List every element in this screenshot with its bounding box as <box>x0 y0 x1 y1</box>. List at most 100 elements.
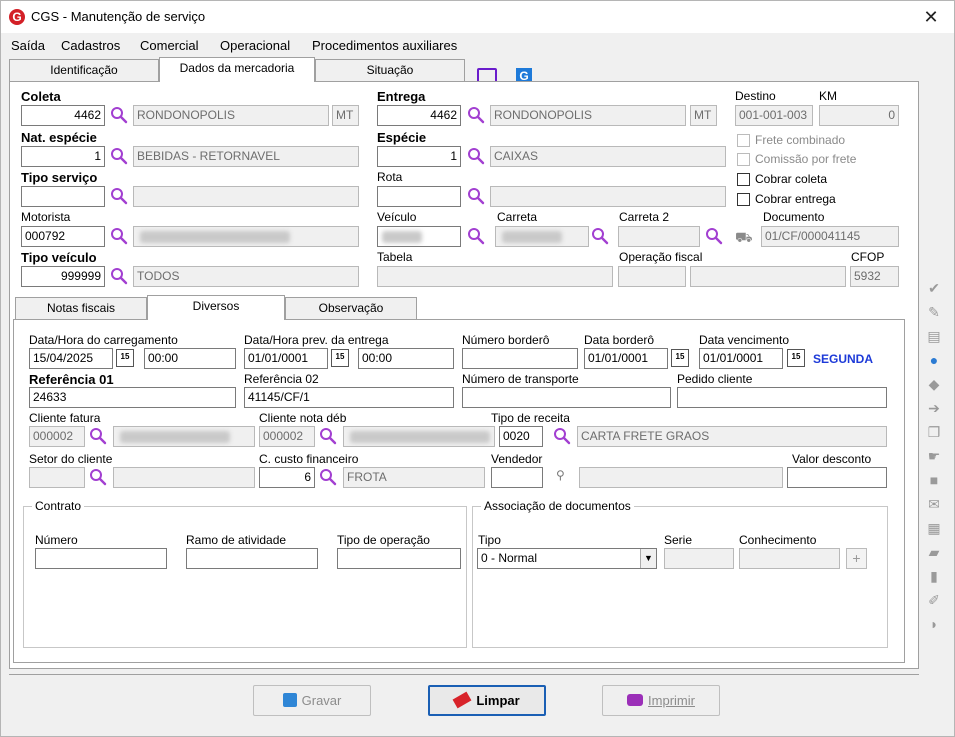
prev-entrega-date-input[interactable]: 01/01/0001 <box>244 348 328 369</box>
carreta-search-icon[interactable] <box>591 227 609 245</box>
document-icon[interactable]: ▦ <box>925 519 943 537</box>
tipo-servico-search-icon[interactable] <box>110 187 128 205</box>
imprimir-button[interactable]: Imprimir <box>602 685 720 716</box>
bordero-date-input[interactable]: 01/01/0001 <box>584 348 668 369</box>
tab-notas-fiscais[interactable]: Notas fiscais <box>15 297 147 319</box>
hand-icon[interactable]: ☛ <box>925 447 943 465</box>
ref2-input[interactable]: 41145/CF/1 <box>244 387 454 408</box>
serie-input[interactable] <box>664 548 734 569</box>
cliente-fatura-search-icon[interactable] <box>89 427 107 445</box>
shield-icon[interactable]: ◗ <box>925 615 943 633</box>
coleta-city-field: RONDONOPOLIS <box>133 105 329 126</box>
tipo-servico-input[interactable] <box>21 186 105 207</box>
menu-saida[interactable]: Saída <box>11 38 45 53</box>
truck-icon[interactable]: ⛟ <box>735 229 753 248</box>
carregamento-date-input[interactable]: 15/04/2025 <box>29 348 113 369</box>
chevron-down-icon[interactable]: ▼ <box>640 549 656 568</box>
motorista-search-icon[interactable] <box>110 227 128 245</box>
entrega-code-input[interactable]: 4462 <box>377 105 461 126</box>
cliente-fatura-code-input[interactable]: 000002 <box>29 426 85 447</box>
window-title: CGS - Manutenção de serviço <box>31 9 206 24</box>
tab-identificacao[interactable]: Identificação <box>9 59 159 81</box>
pedido-cliente-label: Pedido cliente <box>677 372 753 386</box>
cobrar-coleta-checkbox[interactable] <box>737 173 750 186</box>
rota-input[interactable] <box>377 186 461 207</box>
calendar-icon[interactable]: 15 <box>787 349 805 367</box>
especie-code-input[interactable]: 1 <box>377 146 461 167</box>
nat-especie-search-icon[interactable] <box>110 147 128 165</box>
truck-icon[interactable]: ■ <box>925 471 943 489</box>
tipo-veiculo-code-input[interactable]: 999999 <box>21 266 105 287</box>
check-icon[interactable]: ✔ <box>925 279 943 297</box>
close-button[interactable]: ✕ <box>908 1 954 33</box>
calendar-icon[interactable]: 15 <box>331 349 349 367</box>
cliente-nota-code-input[interactable]: 000002 <box>259 426 315 447</box>
limpar-button[interactable]: Limpar <box>428 685 546 716</box>
gravar-button[interactable]: Gravar <box>253 685 371 716</box>
binoculars-icon[interactable]: ⚲ <box>556 468 565 482</box>
menu-cadastros[interactable]: Cadastros <box>61 38 120 53</box>
valor-desconto-input[interactable] <box>787 467 887 488</box>
menu-operacional[interactable]: Operacional <box>220 38 290 53</box>
custo-code-input[interactable]: 6 <box>259 467 315 488</box>
carreta-input[interactable] <box>495 226 589 247</box>
tipo-operacao-input[interactable] <box>337 548 461 569</box>
prev-entrega-label: Data/Hora prev. da entrega <box>244 333 389 347</box>
veiculo-input[interactable] <box>377 226 461 247</box>
prev-entrega-time-input[interactable]: 00:00 <box>358 348 454 369</box>
cobrar-entrega-checkbox[interactable] <box>737 193 750 206</box>
menu-comercial[interactable]: Comercial <box>140 38 199 53</box>
custo-search-icon[interactable] <box>319 468 337 486</box>
num-transporte-input[interactable] <box>462 387 671 408</box>
forward-icon[interactable]: ➔ <box>925 399 943 417</box>
tab-dados-mercadoria[interactable]: Dados da mercadoria <box>159 57 315 82</box>
vencimento-date-input[interactable]: 01/01/0001 <box>699 348 783 369</box>
conhecimento-input[interactable] <box>739 548 840 569</box>
ramo-input[interactable] <box>186 548 318 569</box>
weekday-label: SEGUNDA <box>813 352 874 366</box>
tab-observacao[interactable]: Observação <box>285 297 417 319</box>
setor-code-input[interactable] <box>29 467 85 488</box>
stamp-icon[interactable]: ✎ <box>925 303 943 321</box>
tab-situacao[interactable]: Situação <box>315 59 465 81</box>
especie-search-icon[interactable] <box>467 147 485 165</box>
signature-icon[interactable]: ✐ <box>925 591 943 609</box>
tipo-receita-code-input[interactable]: 0020 <box>499 426 543 447</box>
menu-procedimentos[interactable]: Procedimentos auxiliares <box>312 38 457 53</box>
eraser-icon[interactable]: ▰ <box>925 543 943 561</box>
ref1-input[interactable]: 24633 <box>29 387 236 408</box>
nat-especie-code-input[interactable]: 1 <box>21 146 105 167</box>
bordero-date-label: Data borderô <box>584 333 655 347</box>
money-icon[interactable]: ✉ <box>925 495 943 513</box>
calendar-icon[interactable]: 15 <box>116 349 134 367</box>
numero-input[interactable] <box>35 548 167 569</box>
carreta2-input[interactable] <box>618 226 700 247</box>
pedido-cliente-input[interactable] <box>677 387 887 408</box>
coleta-search-icon[interactable] <box>110 106 128 124</box>
tipo-veiculo-search-icon[interactable] <box>110 267 128 285</box>
tab-diversos[interactable]: Diversos <box>147 295 285 320</box>
coleta-code-input[interactable]: 4462 <box>21 105 105 126</box>
tipo-select[interactable]: 0 - Normal ▼ <box>477 548 657 569</box>
rota-search-icon[interactable] <box>467 187 485 205</box>
veiculo-search-icon[interactable] <box>467 227 485 245</box>
copy-icon[interactable]: ❐ <box>925 423 943 441</box>
tipo-receita-search-icon[interactable] <box>553 427 571 445</box>
carreta2-search-icon[interactable] <box>705 227 723 245</box>
carregamento-time-input[interactable]: 00:00 <box>144 348 236 369</box>
cfop-label: CFOP <box>851 250 885 264</box>
frete-combinado-checkbox[interactable] <box>737 134 750 147</box>
ciot-icon[interactable]: ▤ <box>925 327 943 345</box>
book-icon[interactable]: ▮ <box>925 567 943 585</box>
motorista-code-input[interactable]: 000792 <box>21 226 105 247</box>
setor-search-icon[interactable] <box>89 468 107 486</box>
calendar-icon[interactable]: 15 <box>671 349 689 367</box>
vendedor-input[interactable] <box>491 467 543 488</box>
bordero-num-input[interactable] <box>462 348 578 369</box>
entrega-search-icon[interactable] <box>467 106 485 124</box>
cliente-nota-search-icon[interactable] <box>319 427 337 445</box>
comissao-frete-checkbox[interactable] <box>737 153 750 166</box>
tag-icon[interactable]: ◆ <box>925 375 943 393</box>
globe-icon[interactable]: ● <box>925 351 943 369</box>
add-icon[interactable]: + <box>846 548 867 569</box>
